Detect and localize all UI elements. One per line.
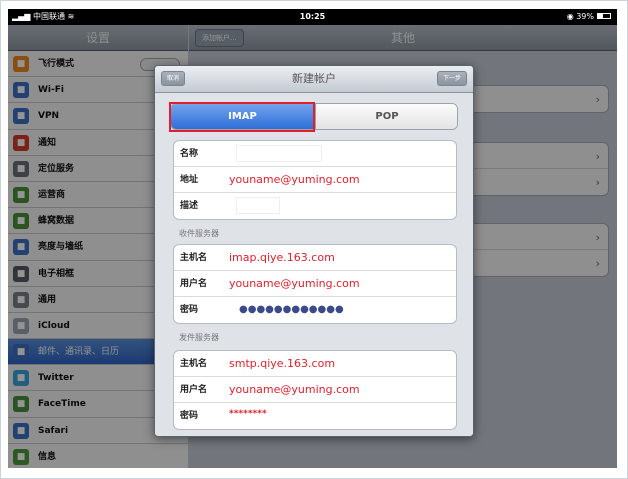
outgoing-section-title: 发件服务器 (179, 333, 219, 342)
description-row[interactable]: 描述 (174, 193, 456, 219)
battery-icon (597, 12, 611, 19)
description-label: 描述 (180, 201, 199, 211)
battery-status: ◉ 39% (567, 9, 611, 25)
dialog-title: 新建帐户 (292, 72, 336, 85)
incoming-user-row[interactable]: 用户名 youname@yuming.com (174, 271, 456, 297)
incoming-host-label: 主机名 (180, 253, 208, 263)
outgoing-server-group: 主机名 smtp.qiye.163.com 用户名 youname@yuming… (173, 350, 457, 430)
incoming-password-row[interactable]: 密码 ●●●●●●●●●●●● (174, 297, 456, 323)
outgoing-host-row[interactable]: 主机名 smtp.qiye.163.com (174, 351, 456, 377)
outgoing-host-field[interactable]: smtp.qiye.163.com (229, 351, 335, 377)
outgoing-password-row[interactable]: 密码 ******** (174, 403, 456, 429)
incoming-user-field[interactable]: youname@yuming.com (229, 271, 360, 297)
pop-tab[interactable]: POP (315, 104, 457, 129)
dialog-header: 取消 新建帐户 下一步 (155, 66, 473, 93)
account-info-group: 名称 地址 youname@yuming.com 描述 (173, 140, 457, 220)
address-row[interactable]: 地址 youname@yuming.com (174, 167, 456, 193)
cancel-button[interactable]: 取消 (161, 71, 186, 86)
next-button[interactable]: 下一步 (436, 71, 467, 86)
outgoing-user-row[interactable]: 用户名 youname@yuming.com (174, 377, 456, 403)
incoming-host-row[interactable]: 主机名 imap.qiye.163.com (174, 245, 456, 271)
new-account-dialog: 取消 新建帐户 下一步 IMAP POP 名称 地址 youname@yumin… (154, 65, 474, 437)
name-field[interactable] (236, 145, 322, 162)
incoming-host-field[interactable]: imap.qiye.163.com (229, 245, 335, 271)
incoming-user-label: 用户名 (180, 279, 208, 289)
name-row[interactable]: 名称 (174, 141, 456, 167)
name-label: 名称 (180, 149, 199, 159)
highlight-box (169, 102, 315, 132)
outgoing-user-label: 用户名 (180, 385, 208, 395)
clock: 10:25 (299, 12, 326, 21)
incoming-server-group: 主机名 imap.qiye.163.com 用户名 youname@yuming… (173, 244, 457, 324)
ipad-screen: ▂▄▆ 中国联通 ≋ 10:25 ◉ 39% 设置 ■飞行模式■Wi-FiNo■… (8, 9, 617, 468)
description-field[interactable] (236, 197, 280, 214)
status-bar: ▂▄▆ 中国联通 ≋ 10:25 ◉ 39% (8, 9, 617, 25)
address-label: 地址 (180, 175, 199, 185)
outgoing-password-label: 密码 (180, 411, 199, 421)
outgoing-user-field[interactable]: youname@yuming.com (229, 377, 360, 403)
rotation-lock-icon: ◉ (566, 12, 574, 21)
screenshot-frame: ▂▄▆ 中国联通 ≋ 10:25 ◉ 39% 设置 ■飞行模式■Wi-FiNo■… (0, 0, 628, 479)
incoming-section-title: 收件服务器 (179, 229, 219, 238)
outgoing-host-label: 主机名 (180, 359, 208, 369)
outgoing-password-field[interactable]: ******** (229, 401, 267, 427)
incoming-password-label: 密码 (180, 305, 199, 315)
incoming-password-field[interactable]: ●●●●●●●●●●●● (239, 297, 344, 323)
address-field[interactable]: youname@yuming.com (229, 167, 360, 193)
